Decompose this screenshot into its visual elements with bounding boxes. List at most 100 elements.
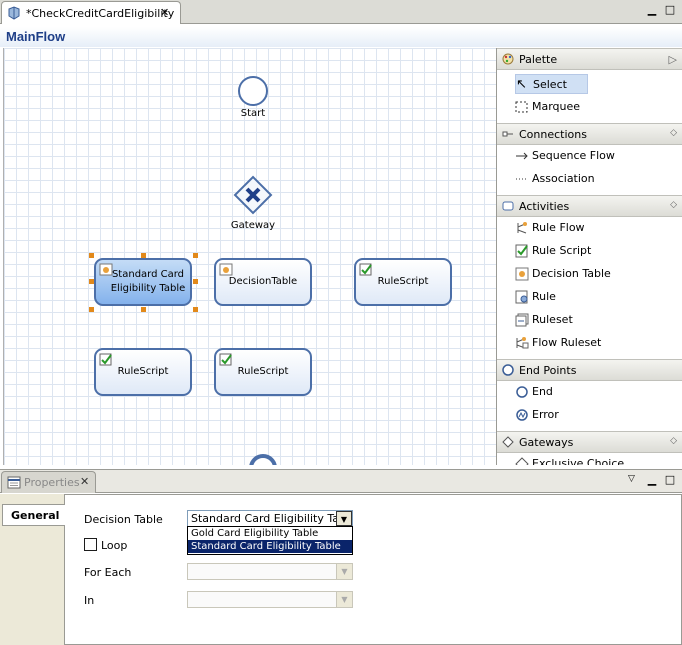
dropdown-option-selected[interactable]: Standard Card Eligibility Table <box>188 540 352 553</box>
resize-handle[interactable] <box>193 253 198 258</box>
decision-table-icon <box>515 267 529 281</box>
exclusive-choice-label: Exclusive Choice <box>532 457 625 465</box>
marquee-tool[interactable]: Marquee <box>515 97 675 117</box>
palette-icon <box>502 53 514 65</box>
flow-title-bar: MainFlow <box>0 27 682 47</box>
start-event[interactable] <box>237 75 269 107</box>
gateway-label: Gateway <box>230 220 276 231</box>
start-label: Start <box>240 108 266 119</box>
rule-script-node[interactable]: RuleScript <box>94 348 192 396</box>
flow-ruleset-icon <box>516 337 529 349</box>
rule-flow-label: Rule Flow <box>532 221 585 234</box>
activities-drawer[interactable]: Activities ◇ <box>497 195 682 217</box>
chevron-down-icon[interactable]: ▼ <box>336 511 352 526</box>
editor-tab[interactable]: *CheckCreditCardEligibility ✕ <box>1 1 181 24</box>
decision-table-field-label: Decision Table <box>84 513 163 526</box>
connection-icon <box>502 131 513 137</box>
maximize-icon[interactable]: □ <box>663 3 677 17</box>
ruleset-tool[interactable]: Ruleset <box>515 310 675 330</box>
rule-flow-tool[interactable]: Rule Flow <box>515 218 675 238</box>
resize-handle[interactable] <box>89 253 94 258</box>
rule-tool-label: Rule <box>532 290 556 303</box>
decision-table-node[interactable]: DecisionTable <box>214 258 312 306</box>
association-label: Association <box>532 172 595 185</box>
dropdown-option[interactable]: Gold Card Eligibility Table <box>188 527 352 540</box>
end-event[interactable] <box>248 453 278 465</box>
loop-checkbox[interactable] <box>84 538 97 551</box>
association-tool[interactable]: Association <box>515 169 675 189</box>
double-arrow-icon[interactable]: ◇ <box>670 128 677 138</box>
general-tab[interactable]: General <box>2 504 65 526</box>
rule-script-tool[interactable]: Rule Script <box>515 241 675 261</box>
close-icon[interactable]: ✕ <box>80 475 89 488</box>
rule-script-node[interactable]: RuleScript <box>214 348 312 396</box>
activity-icon <box>502 201 514 211</box>
loop-label: Loop <box>101 539 128 552</box>
rule-script-label: RuleScript <box>237 366 289 377</box>
rule-script-icon <box>99 353 112 366</box>
flow-file-icon <box>8 6 20 20</box>
view-menu-icon[interactable]: ▽ <box>628 474 635 484</box>
for-each-select[interactable]: ▼ <box>187 563 353 580</box>
gateways-title: Gateways <box>519 436 574 449</box>
marquee-icon <box>515 101 528 113</box>
chevron-down-icon[interactable]: ▼ <box>336 592 352 607</box>
decision-table-icon <box>99 263 113 276</box>
chevron-down-icon[interactable]: ▼ <box>336 564 352 579</box>
in-label: In <box>84 594 95 607</box>
end-tool-label: End <box>532 385 553 398</box>
end-point-icon <box>502 364 514 376</box>
error-tool[interactable]: Error <box>515 405 675 425</box>
double-arrow-icon[interactable]: ◇ <box>670 436 677 446</box>
standard-card-node[interactable]: Standard Card Eligibility Table <box>94 258 192 306</box>
select-tool[interactable]: ↖ Select <box>515 74 588 94</box>
end-points-drawer[interactable]: End Points <box>497 359 682 381</box>
rule-script-icon <box>359 263 372 276</box>
decision-table-dropdown-list[interactable]: Gold Card Eligibility Table Standard Car… <box>187 526 353 555</box>
resize-handle[interactable] <box>193 279 198 284</box>
end-tool[interactable]: End <box>515 382 675 402</box>
properties-tab[interactable]: Properties ✕ <box>1 471 96 493</box>
palette-expand-icon[interactable]: ▷ <box>669 53 677 66</box>
resize-handle[interactable] <box>193 307 198 312</box>
resize-handle[interactable] <box>89 279 94 284</box>
palette: Palette ▷ ↖ Select Marquee Connections ◇… <box>496 48 682 465</box>
resize-handle[interactable] <box>141 307 146 312</box>
palette-header[interactable]: Palette ▷ <box>497 48 682 70</box>
activities-title: Activities <box>519 200 570 213</box>
properties-tab-bar: Properties ✕ ▽ ▁ □ <box>0 469 682 493</box>
rule-icon <box>515 290 528 304</box>
connections-title: Connections <box>519 128 587 141</box>
rule-tool[interactable]: Rule <box>515 287 675 307</box>
end-points-title: End Points <box>519 364 577 377</box>
properties-icon <box>7 476 21 489</box>
decision-table-select[interactable]: Standard Card Eligibility Table ▼ <box>187 510 353 527</box>
close-icon[interactable]: ✕ <box>160 6 169 19</box>
exclusive-choice-tool[interactable]: Exclusive Choice <box>515 454 675 465</box>
minimize-icon[interactable]: ▁ <box>645 473 659 487</box>
decision-table-icon <box>219 263 233 276</box>
resize-handle[interactable] <box>141 253 146 258</box>
resize-handle[interactable] <box>89 307 94 312</box>
flow-ruleset-tool[interactable]: Flow Ruleset <box>515 333 675 353</box>
decision-table-tool[interactable]: Decision Table <box>515 264 675 284</box>
maximize-icon[interactable]: □ <box>663 473 677 487</box>
end-icon <box>516 386 528 398</box>
arrow-pointer-icon: ↖ <box>516 77 527 92</box>
gateway-node[interactable] <box>233 175 273 215</box>
rule-script-node[interactable]: RuleScript <box>354 258 452 306</box>
sequence-flow-tool[interactable]: Sequence Flow <box>515 146 675 166</box>
flow-canvas[interactable]: Start Gateway Standard Card Eligibility … <box>3 48 496 465</box>
for-each-label: For Each <box>84 566 132 579</box>
gateways-drawer[interactable]: Gateways ◇ <box>497 431 682 453</box>
connections-drawer[interactable]: Connections ◇ <box>497 123 682 145</box>
rule-script-label: RuleScript <box>377 276 429 287</box>
in-select[interactable]: ▼ <box>187 591 353 608</box>
double-arrow-icon[interactable]: ◇ <box>670 200 677 210</box>
rule-script-icon <box>515 244 528 258</box>
minimize-icon[interactable]: ▁ <box>645 3 659 17</box>
rule-script-icon <box>219 353 232 366</box>
sequence-flow-label: Sequence Flow <box>532 149 615 162</box>
gateway-icon <box>502 436 514 448</box>
editor-tab-bar: *CheckCreditCardEligibility ✕ ▁ □ <box>0 0 682 24</box>
